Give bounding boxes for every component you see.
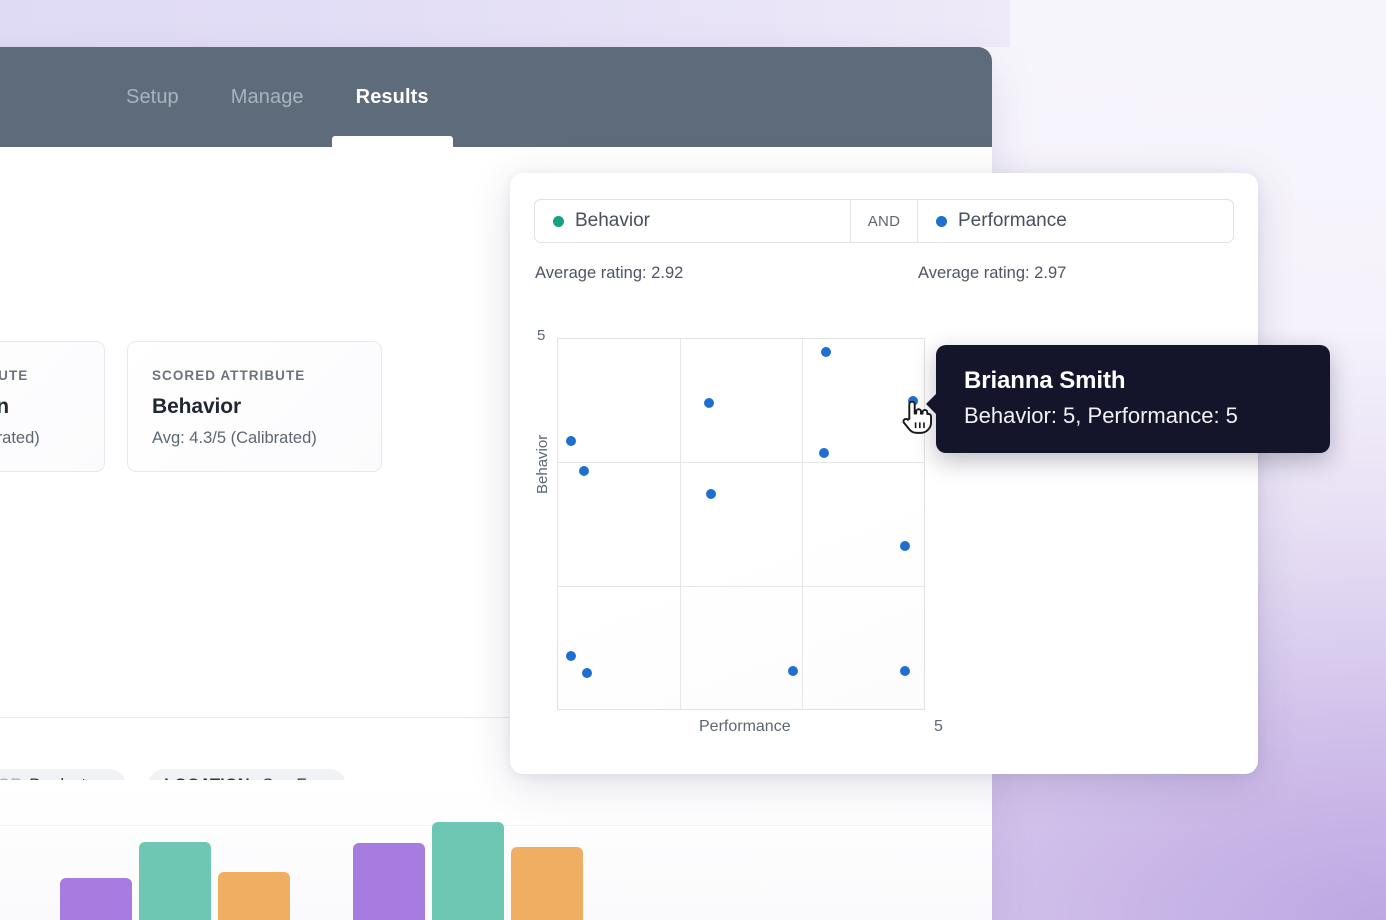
behavior-legend-dot [553, 216, 564, 227]
scatter-point[interactable] [579, 466, 589, 476]
card-subtitle: Avg: 4.3/5 (Calibrated) [0, 429, 80, 448]
scatter-point[interactable] [704, 398, 714, 408]
filters-divider [0, 717, 510, 718]
tab-setup-label: Setup [126, 86, 179, 109]
tab-manage[interactable]: Manage [205, 47, 330, 147]
performance-legend-dot [936, 216, 947, 227]
bottom-bar-chart [0, 780, 992, 920]
card-title: Behavior [152, 395, 357, 419]
bar-chart-bar[interactable] [218, 872, 290, 920]
gridline-horizontal [557, 586, 925, 587]
attribute-segment-performance[interactable]: Performance [918, 200, 1233, 242]
tooltip-scores: Behavior: 5, Performance: 5 [964, 403, 1302, 429]
scored-attribute-card-behavior[interactable]: SCORED ATTRIBUTE Behavior Avg: 4.3/5 (Ca… [127, 341, 382, 472]
average-rating-performance: Average rating: 2.97 [918, 264, 1066, 283]
scatter-point[interactable] [566, 436, 576, 446]
card-title: Collaboration [0, 395, 80, 419]
tab-setup[interactable]: Setup [100, 47, 205, 147]
card-kicker: SCORED ATTRIBUTE [152, 368, 357, 383]
scored-attribute-cards: SCORED ATTRIBUTE Collaboration Avg: 4.3/… [0, 341, 382, 472]
scatter-point[interactable] [706, 489, 716, 499]
x-axis-max-tick: 5 [934, 718, 943, 736]
y-axis-label: Behavior [534, 435, 551, 494]
scatter-point[interactable] [900, 666, 910, 676]
scatter-point[interactable] [819, 448, 829, 458]
attribute-segment-performance-label: Performance [958, 210, 1067, 232]
bar-chart-bar[interactable] [432, 822, 504, 920]
tab-results-label: Results [356, 86, 429, 109]
attribute-segment-behavior[interactable]: Behavior [535, 200, 850, 242]
scatter-point[interactable] [821, 347, 831, 357]
tooltip-person-name: Brianna Smith [964, 367, 1302, 395]
scatter-point[interactable] [788, 666, 798, 676]
scatter-point[interactable] [566, 651, 576, 661]
attribute-segment-behavior-label: Behavior [575, 210, 650, 232]
bar-chart-bar[interactable] [139, 842, 211, 920]
scatter-point[interactable] [900, 541, 910, 551]
attribute-conjunction[interactable]: AND [850, 200, 918, 242]
bar-chart-bar[interactable] [511, 847, 583, 920]
scatter-plot [557, 338, 925, 710]
bar-chart-bar[interactable] [60, 878, 132, 920]
scatter-plot-frame [557, 338, 925, 710]
attribute-selector: Behavior AND Performance [534, 199, 1234, 243]
card-kicker: SCORED ATTRIBUTE [0, 368, 80, 383]
tab-results[interactable]: Results [330, 47, 455, 147]
backdrop-top-band [0, 0, 1010, 47]
gridline-horizontal [557, 462, 925, 463]
y-axis-max-tick: 5 [537, 327, 545, 344]
attribute-conjunction-label: AND [868, 213, 901, 230]
data-point-tooltip: Brianna Smith Behavior: 5, Performance: … [936, 345, 1330, 453]
average-rating-behavior: Average rating: 2.92 [535, 264, 683, 283]
scatter-point[interactable] [908, 396, 918, 406]
scatter-point[interactable] [582, 668, 592, 678]
tab-manage-label: Manage [231, 86, 304, 109]
top-navigation-bar: Setup Manage Results [0, 47, 992, 147]
bar-chart-bar[interactable] [353, 843, 425, 920]
card-subtitle: Avg: 4.3/5 (Calibrated) [152, 429, 357, 448]
scored-attribute-card-collaboration[interactable]: SCORED ATTRIBUTE Collaboration Avg: 4.3/… [0, 341, 105, 472]
gridline-vertical [680, 338, 681, 710]
gridline-vertical [802, 338, 803, 710]
average-ratings-row: Average rating: 2.92 Average rating: 2.9… [534, 264, 1234, 286]
x-axis-label: Performance [699, 718, 791, 736]
